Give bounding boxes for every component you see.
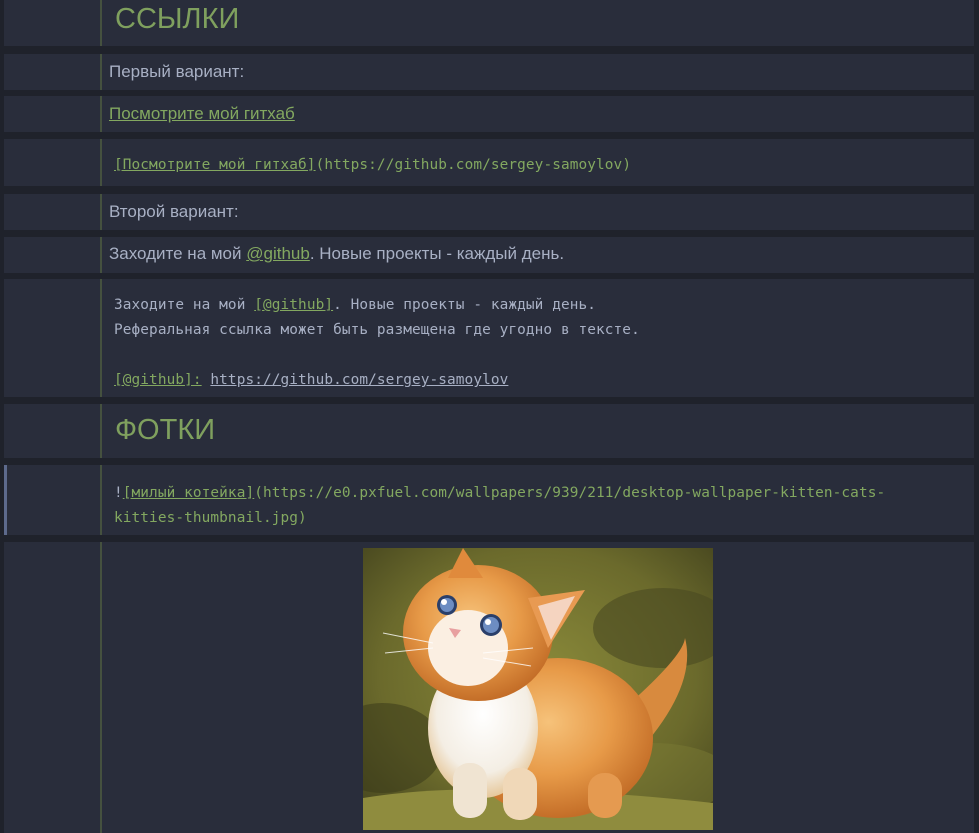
code-image-alt: [милый котейка] xyxy=(122,485,255,501)
code2-line1-prefix: Заходите на мой xyxy=(114,297,255,313)
cell-gutter xyxy=(100,54,102,90)
cell-gutter xyxy=(100,0,102,46)
cell-gutter xyxy=(100,404,102,458)
cell-gutter xyxy=(100,194,102,230)
variant2-code: Заходите на мой [@github]. Новые проекты… xyxy=(114,293,640,393)
code2-line1-ref: [@github] xyxy=(254,297,334,313)
code-cell-variant2[interactable]: Заходите на мой [@github]. Новые проекты… xyxy=(4,279,974,397)
github-ref-link[interactable]: @github xyxy=(246,244,310,263)
photos-heading: ФОТКИ xyxy=(115,414,216,446)
variant1-label: Первый вариант: xyxy=(109,62,245,81)
github-link[interactable]: Посмотрите мой гитхаб xyxy=(109,104,295,123)
variant2-rendered: Заходите на мой @github. Новые проекты -… xyxy=(109,244,564,264)
variant1-rendered: Посмотрите мой гитхаб xyxy=(109,104,295,124)
code2-line2: Реферальная ссылка может быть размещена … xyxy=(114,322,640,338)
variant2-prefix: Заходите на мой xyxy=(109,244,247,263)
notebook-page: ССЫЛКИ Первый вариант: Посмотрите мой ги… xyxy=(0,0,979,833)
code-bang: ! xyxy=(114,485,123,501)
code-cell-image-markdown[interactable]: ![милый котейка](https://e0.pxfuel.com/w… xyxy=(4,465,974,535)
cell-gutter xyxy=(100,139,102,186)
markdown-cell-photos-heading[interactable]: ФОТКИ xyxy=(4,404,974,458)
cell-gutter xyxy=(100,279,102,397)
code2-ref-url: https://github.com/sergey-samoylov xyxy=(210,372,509,388)
cell-gutter xyxy=(100,465,102,535)
kitten-image xyxy=(363,548,713,830)
cell-gutter xyxy=(100,542,102,833)
code-link-url: (https://github.com/sergey-samoylov) xyxy=(315,157,632,173)
variant1-code: [Посмотрите мой гитхаб](https://github.c… xyxy=(114,153,631,178)
markdown-cell-variant2-label[interactable]: Второй вариант: xyxy=(4,194,974,230)
variant2-label: Второй вариант: xyxy=(109,202,239,221)
cell-gutter xyxy=(100,96,102,132)
code2-ref-label: [@github]: xyxy=(114,372,202,388)
links-heading: ССЫЛКИ xyxy=(115,3,240,35)
markdown-cell-variant2-rendered[interactable]: Заходите на мой @github. Новые проекты -… xyxy=(4,237,974,273)
code-cell-variant1[interactable]: [Посмотрите мой гитхаб](https://github.c… xyxy=(4,139,974,186)
code-image-url-2: kitties-thumbnail.jpg) xyxy=(114,510,307,526)
code-link-text: [Посмотрите мой гитхаб] xyxy=(114,157,316,173)
variant2-suffix: . Новые проекты - каждый день. xyxy=(309,244,565,263)
cell-gutter xyxy=(100,237,102,273)
markdown-cell-variant1-link[interactable]: Посмотрите мой гитхаб xyxy=(4,96,974,132)
markdown-cell-variant1-label[interactable]: Первый вариант: xyxy=(4,54,974,90)
image-code: ![милый котейка](https://e0.pxfuel.com/w… xyxy=(114,481,885,531)
code2-line1-suffix: . Новые проекты - каждый день. xyxy=(333,297,597,313)
markdown-cell-links-heading[interactable]: ССЫЛКИ xyxy=(4,0,974,46)
kitten-picture xyxy=(363,548,713,830)
code-image-url-1: (https://e0.pxfuel.com/wallpapers/939/21… xyxy=(254,485,886,501)
markdown-cell-image[interactable] xyxy=(4,542,974,833)
